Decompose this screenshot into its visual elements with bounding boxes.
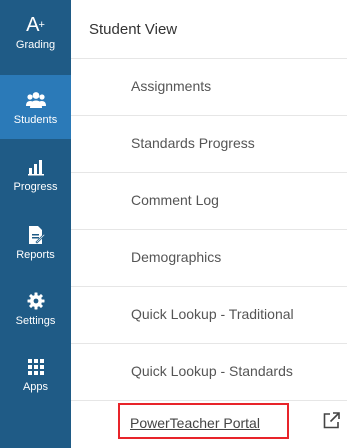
- nav-reports-label: Reports: [16, 248, 55, 261]
- nav-grading[interactable]: A + Grading: [0, 0, 71, 64]
- nav-students[interactable]: Students: [0, 75, 71, 139]
- menu-item-label: Comment Log: [131, 192, 219, 208]
- nav-progress-label: Progress: [13, 180, 58, 193]
- students-icon: [25, 89, 47, 111]
- nav-apps[interactable]: Apps: [0, 342, 71, 406]
- nav-progress[interactable]: Progress: [0, 142, 71, 206]
- menu-item-demographics[interactable]: Demographics: [71, 230, 347, 287]
- menu-item-assignments[interactable]: Assignments: [71, 59, 347, 116]
- nav-grading-label: Grading: [15, 38, 56, 51]
- panel-header: Student View: [71, 0, 347, 59]
- settings-icon: [25, 290, 47, 312]
- nav-settings[interactable]: Settings: [0, 276, 71, 340]
- menu-item-quick-lookup-standards[interactable]: Quick Lookup - Standards: [71, 344, 347, 401]
- menu-item-label: Quick Lookup - Traditional: [131, 306, 294, 322]
- nav-students-label: Students: [13, 113, 58, 126]
- menu-item-label: Demographics: [131, 249, 222, 265]
- student-view-panel: Student View Assignments Standards Progr…: [71, 0, 347, 448]
- apps-icon: [25, 356, 47, 378]
- menu-item-label: Standards Progress: [131, 135, 255, 151]
- reports-icon: [25, 224, 47, 246]
- powerteacher-portal-link[interactable]: PowerTeacher Portal: [130, 415, 260, 431]
- menu-item-label: Assignments: [131, 78, 212, 94]
- grading-icon: A +: [26, 13, 45, 36]
- nav-apps-label: Apps: [22, 380, 49, 393]
- sidebar: A + Grading Students Progress Reports Se…: [0, 0, 71, 448]
- menu-item-label: Quick Lookup - Standards: [131, 363, 293, 379]
- menu-item-comment-log[interactable]: Comment Log: [71, 173, 347, 230]
- progress-icon: [25, 156, 47, 178]
- menu-item-standards-progress[interactable]: Standards Progress: [71, 116, 347, 173]
- nav-reports[interactable]: Reports: [0, 210, 71, 274]
- page-title: Student View: [89, 21, 178, 38]
- external-link-icon[interactable]: [323, 412, 340, 434]
- menu-item-quick-lookup-traditional[interactable]: Quick Lookup - Traditional: [71, 287, 347, 344]
- powerteacher-portal-highlight: PowerTeacher Portal: [118, 403, 289, 439]
- nav-settings-label: Settings: [15, 314, 56, 327]
